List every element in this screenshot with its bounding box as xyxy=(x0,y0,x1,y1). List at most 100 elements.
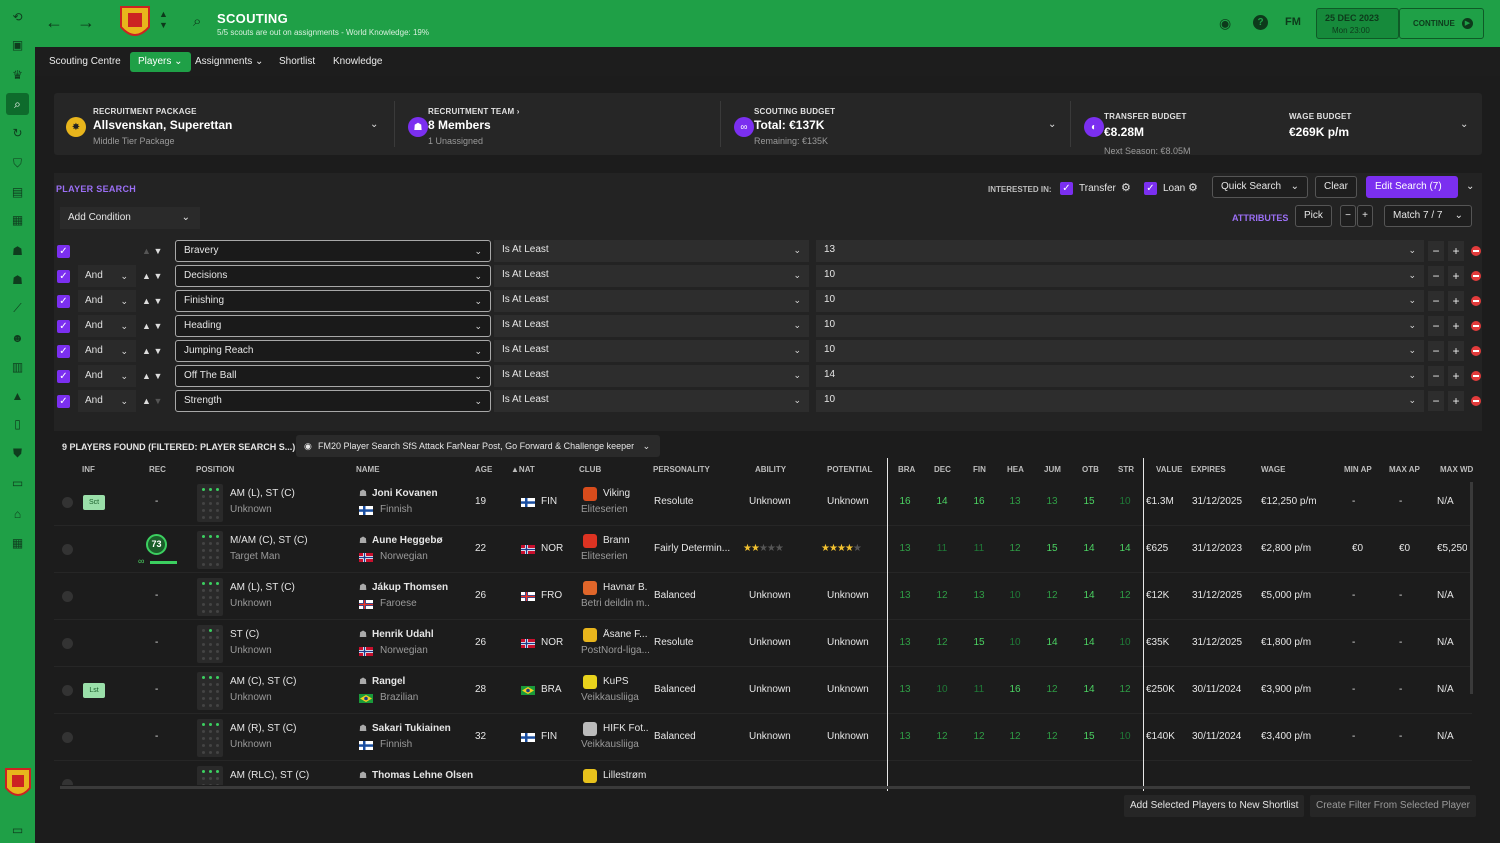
value-dropdown[interactable]: 13 ⌄ xyxy=(816,240,1424,262)
scouting-budget-card[interactable]: ∞ SCOUTING BUDGET Total: €137K Remaining… xyxy=(722,93,1070,155)
search-icon[interactable]: ⌕ xyxy=(193,13,201,30)
move-down-icon[interactable]: ▼ xyxy=(153,271,162,281)
column-header[interactable]: MAX AP xyxy=(1389,465,1420,474)
vertical-scrollbar[interactable] xyxy=(1470,482,1473,694)
tab-shortlist[interactable]: Shortlist xyxy=(271,52,323,72)
chevron-down-icon[interactable]: ⌄ xyxy=(1460,119,1468,130)
match-dropdown[interactable]: Match 7 / 7 ⌄ xyxy=(1384,205,1472,227)
quick-search-button[interactable]: Quick Search ⌄ xyxy=(1212,176,1308,198)
column-header[interactable]: FIN xyxy=(973,465,986,474)
reorder-arrows[interactable]: ▲ ▼ xyxy=(142,390,172,412)
transfer-budget-card[interactable]: ◐ TRANSFER BUDGET €8.28M Next Season: €8… xyxy=(1072,93,1482,156)
help-icon[interactable]: ? xyxy=(1253,15,1268,30)
date-display[interactable]: 25 DEC 2023 Mon 23:00 xyxy=(1316,8,1399,39)
column-header[interactable]: OTB xyxy=(1082,465,1099,474)
column-header[interactable]: POSITION xyxy=(196,465,234,474)
pick-button[interactable]: Pick xyxy=(1295,205,1332,227)
table-row[interactable]: 73 ∞ M/AM (C), ST (C) Target Man ☗ Aune Hegge… xyxy=(54,526,1472,573)
horizontal-scrollbar[interactable] xyxy=(60,786,1470,789)
tab-scouting-centre[interactable]: Scouting Centre xyxy=(41,52,129,72)
column-header[interactable]: VALUE xyxy=(1156,465,1183,474)
operator-dropdown[interactable]: Is At Least ⌄ xyxy=(494,315,809,337)
move-up-icon[interactable]: ▲ xyxy=(142,396,151,406)
add-condition-dropdown[interactable]: Add Condition ⌄ xyxy=(60,207,200,229)
remove-condition-icon[interactable] xyxy=(1471,371,1481,381)
increase-value-button[interactable]: + xyxy=(1448,341,1464,361)
table-row[interactable]: - AM (L), ST (C) Unknown ☗ Jákup Thomsen Faro… xyxy=(54,573,1472,620)
decrease-value-button[interactable]: − xyxy=(1428,291,1444,311)
joiner-dropdown[interactable]: And ⌄ xyxy=(78,315,136,337)
column-header[interactable]: PERSONALITY xyxy=(653,465,710,474)
attribute-dropdown[interactable]: Heading ⌄ xyxy=(175,315,491,337)
column-header[interactable]: MAX WD xyxy=(1440,465,1473,474)
decrease-button[interactable]: − xyxy=(1340,205,1356,227)
column-header[interactable]: AGE xyxy=(475,465,492,474)
column-header[interactable]: INF xyxy=(82,465,95,474)
remove-condition-icon[interactable] xyxy=(1471,271,1481,281)
club[interactable]: Brann xyxy=(603,535,648,546)
value-dropdown[interactable]: 10 ⌄ xyxy=(816,290,1424,312)
value-dropdown[interactable]: 10 ⌄ xyxy=(816,390,1424,412)
table-row[interactable]: Lst - AM (C), ST (C) Unknown ☗ Rangel Brazilia… xyxy=(54,667,1472,714)
club-crest-header[interactable] xyxy=(119,5,151,41)
club-switch-icon[interactable]: ▲ ▼ xyxy=(159,9,168,31)
column-header[interactable]: EXPIRES xyxy=(1191,465,1226,474)
player-name[interactable]: Aune Heggebø xyxy=(372,535,443,546)
attribute-dropdown[interactable]: Off The Ball ⌄ xyxy=(175,365,491,387)
attribute-dropdown[interactable]: Bravery ⌄ xyxy=(175,240,491,262)
chevron-down-icon[interactable]: ⌄ xyxy=(1466,181,1474,192)
fm-menu-button[interactable]: FM xyxy=(1285,16,1301,28)
attribute-dropdown[interactable]: Strength ⌄ xyxy=(175,390,491,412)
column-header[interactable]: WAGE xyxy=(1261,465,1285,474)
column-header[interactable]: STR xyxy=(1118,465,1134,474)
value-dropdown[interactable]: 10 ⌄ xyxy=(816,340,1424,362)
move-up-icon[interactable]: ▲ xyxy=(142,246,151,256)
condition-checkbox[interactable]: ✓ xyxy=(57,345,70,358)
value-dropdown[interactable]: 10 ⌄ xyxy=(816,315,1424,337)
condition-checkbox[interactable]: ✓ xyxy=(57,320,70,333)
loan-checkbox[interactable]: ✓ xyxy=(1144,182,1157,195)
decrease-value-button[interactable]: − xyxy=(1428,241,1444,261)
recruitment-package-card[interactable]: ✸ RECRUITMENT PACKAGE Allsvenskan, Super… xyxy=(54,93,394,155)
table-row[interactable]: AM (RLC), ST (C) ☗ Thomas Lehne Olsen Lille… xyxy=(54,761,1472,785)
forward-arrow-icon[interactable]: → xyxy=(77,12,95,33)
calendar-icon[interactable]: ▦ xyxy=(6,209,29,231)
move-down-icon[interactable]: ▼ xyxy=(153,296,162,306)
increase-value-button[interactable]: + xyxy=(1448,266,1464,286)
value-dropdown[interactable]: 14 ⌄ xyxy=(816,365,1424,387)
remove-condition-icon[interactable] xyxy=(1471,296,1481,306)
refresh-icon[interactable]: ↻ xyxy=(6,122,29,144)
column-header[interactable]: POTENTIAL xyxy=(827,465,872,474)
column-header[interactable]: HEA xyxy=(1007,465,1024,474)
value-dropdown[interactable]: 10 ⌄ xyxy=(816,265,1424,287)
condition-checkbox[interactable]: ✓ xyxy=(57,370,70,383)
clipboard-icon[interactable]: ▥ xyxy=(6,356,29,378)
back-nav-icon[interactable]: ⟲ xyxy=(6,6,29,28)
staff-icon[interactable]: ☗ xyxy=(6,269,29,291)
condition-checkbox[interactable]: ✓ xyxy=(57,245,70,258)
condition-checkbox[interactable]: ✓ xyxy=(57,295,70,308)
recommendation-score[interactable]: 73 xyxy=(146,534,167,555)
table-row[interactable]: Sct - AM (L), ST (C) Unknown ☗ Joni Kovanen Fi… xyxy=(54,479,1472,526)
scouting-icon[interactable]: ⌕ xyxy=(6,93,29,115)
column-header[interactable]: ▲NAT xyxy=(511,465,535,474)
continue-button[interactable]: CONTINUE ▶ xyxy=(1399,8,1484,39)
globe-icon[interactable]: ◉ xyxy=(1219,15,1231,32)
move-up-icon[interactable]: ▲ xyxy=(142,296,151,306)
club-crest[interactable] xyxy=(3,766,33,802)
move-down-icon[interactable]: ▼ xyxy=(153,371,162,381)
home-icon[interactable]: ⌂ xyxy=(6,503,29,525)
attribute-dropdown[interactable]: Jumping Reach ⌄ xyxy=(175,340,491,362)
move-up-icon[interactable]: ▲ xyxy=(142,271,151,281)
recruitment-team-card[interactable]: ☗ RECRUITMENT TEAM › 8 Members 1 Unassig… xyxy=(396,93,720,155)
table-row[interactable]: - ST (C) Unknown ☗ Henrik Udahl Norwegian 26 NO… xyxy=(54,620,1472,667)
decrease-value-button[interactable]: − xyxy=(1428,366,1444,386)
decrease-value-button[interactable]: − xyxy=(1428,341,1444,361)
select-row-radio[interactable] xyxy=(62,591,73,602)
reorder-arrows[interactable]: ▲ ▼ xyxy=(142,290,172,312)
briefcase-icon[interactable]: ▤ xyxy=(6,181,29,203)
column-header[interactable]: MIN AP xyxy=(1344,465,1372,474)
move-down-icon[interactable]: ▼ xyxy=(153,396,162,406)
back-arrow-icon[interactable]: ← xyxy=(45,12,63,33)
player-name[interactable]: Henrik Udahl xyxy=(372,629,434,640)
